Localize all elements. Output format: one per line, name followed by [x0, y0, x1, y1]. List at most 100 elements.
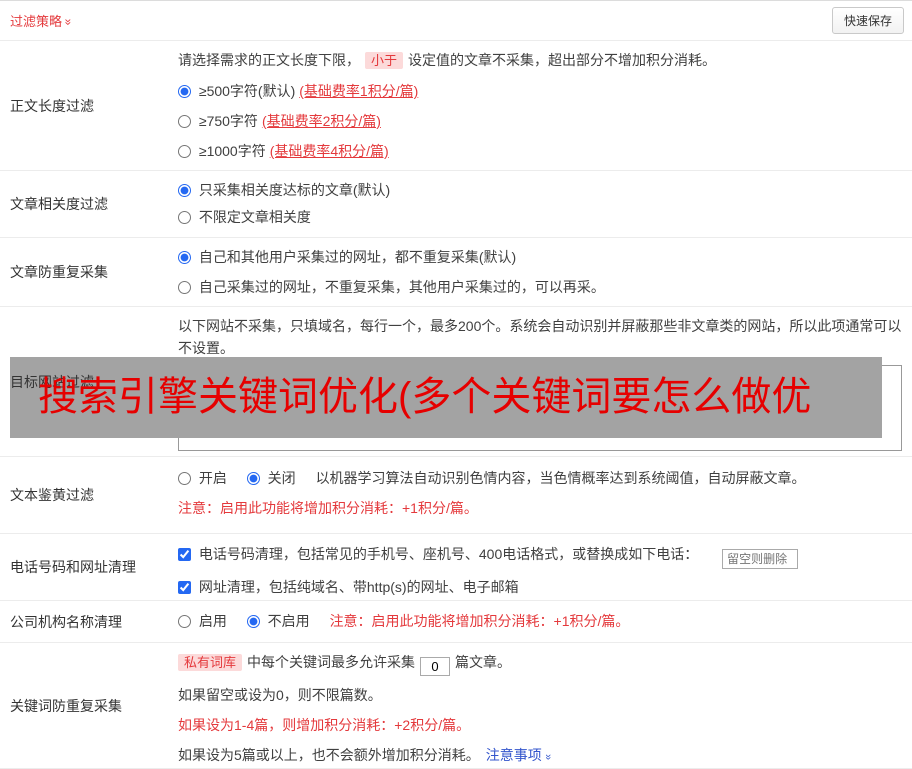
- row-label: 正文长度过滤: [0, 41, 170, 170]
- fee-note: (基础费率2积分/篇): [261, 113, 381, 129]
- porn-option-on[interactable]: 开启: [178, 470, 231, 486]
- row-label: 文本鉴黄过滤: [0, 457, 170, 533]
- max-articles-input[interactable]: [420, 657, 451, 676]
- body-length-1000-radio[interactable]: [178, 145, 191, 158]
- fee-note: (基础费率1积分/篇): [299, 83, 419, 99]
- private-lexicon-tag: 私有词库: [178, 654, 243, 671]
- notice-link[interactable]: 注意事项»: [485, 747, 554, 763]
- dedup-option-self[interactable]: 自己采集过的网址，不重复采集，其他用户采集过的，可以再采。: [178, 279, 605, 295]
- dedup-global-radio[interactable]: [178, 251, 191, 264]
- option-label: 不启用: [267, 613, 310, 629]
- body-length-750-radio[interactable]: [178, 115, 191, 128]
- row-label-text: 文章防重复采集: [10, 264, 108, 280]
- limit-text-post: 篇文章。: [455, 654, 512, 670]
- row-relevance-filter: 文章相关度过滤 只采集相关度达标的文章(默认) 不限定文章相关度: [0, 171, 912, 238]
- option-label: 自己和其他用户采集过的网址，都不重复采集(默认): [198, 249, 517, 265]
- option-line: 只采集相关度达标的文章(默认): [178, 179, 902, 201]
- row-content: 只采集相关度达标的文章(默认) 不限定文章相关度: [170, 171, 912, 237]
- relevance-option-strict[interactable]: 只采集相关度达标的文章(默认): [178, 182, 390, 198]
- replacement-phone-input[interactable]: [722, 549, 799, 569]
- row-content: 开启 关闭 以机器学习算法自动识别色情内容，当色情概率达到系统阈值，自动屏蔽文章…: [170, 457, 912, 533]
- body-length-option-1000[interactable]: ≥1000字符 (基础费率4积分/篇): [178, 143, 389, 159]
- dedup-option-global[interactable]: 自己和其他用户采集过的网址，都不重复采集(默认): [178, 249, 516, 265]
- filter-strategy-page: 过滤策略» 快速保存 正文长度过滤 请选择需求的正文长度下限， 小于 设定值的文章不…: [0, 0, 912, 769]
- porn-desc: 以机器学习算法自动识别色情内容，当色情概率达到系统阈值，自动屏蔽文章。: [315, 470, 806, 486]
- url-cleanup-option[interactable]: 网址清理，包括纯域名、带http(s)的网址、电子邮箱: [178, 579, 519, 595]
- company-disable-radio[interactable]: [246, 615, 260, 628]
- url-cleanup-checkbox[interactable]: [178, 581, 191, 594]
- option-line: 不限定文章相关度: [178, 206, 902, 228]
- row-label-text: 正文长度过滤: [10, 97, 94, 114]
- desc-text: 以下网站不采集，只填域名，每行一个，最多200个。系统会自动识别并屏蔽那些非文章…: [178, 318, 902, 356]
- option-label: 电话号码清理，包括常见的手机号、座机号、400电话格式，或替换成如下电话：: [198, 546, 699, 562]
- note-text: 如果设为5篇或以上，也不会额外增加积分消耗。: [178, 747, 480, 763]
- keyword-note-free: 如果设为5篇或以上，也不会额外增加积分消耗。 注意事项»: [178, 744, 902, 768]
- option-line: 电话号码清理，包括常见的手机号、座机号、400电话格式，或替换成如下电话：: [178, 542, 902, 569]
- page-title[interactable]: 过滤策略»: [10, 11, 76, 30]
- body-length-option-500[interactable]: ≥500字符(默认) (基础费率1积分/篇): [178, 83, 418, 99]
- row-content: 私有词库中每个关键词最多允许采集 篇文章。 如果留空或设为0，则不限篇数。 如果设…: [170, 643, 912, 768]
- option-label: 网址清理，包括纯域名、带http(s)的网址、电子邮箱: [198, 579, 519, 595]
- option-label: ≥500字符(默认): [198, 83, 296, 99]
- page-header: 过滤策略» 快速保存: [0, 1, 912, 41]
- row-body-length-filter: 正文长度过滤 请选择需求的正文长度下限， 小于 设定值的文章不采集，超出部分不增加积…: [0, 41, 912, 171]
- row-label-text: 文本鉴黄过滤: [10, 487, 94, 503]
- keyword-limit-line: 私有词库中每个关键词最多允许采集 篇文章。: [178, 651, 902, 676]
- option-label: ≥1000字符: [198, 143, 266, 159]
- option-line: 启用 不启用 注意：启用此功能将增加积分消耗：+1积分/篇。: [178, 610, 902, 632]
- keyword-note-unlimited: 如果留空或设为0，则不限篇数。: [178, 687, 382, 703]
- row-label-text: 电话号码和网址清理: [10, 559, 136, 575]
- row-label-text: 关键词防重复采集: [10, 697, 122, 714]
- phone-cleanup-option[interactable]: 电话号码清理，包括常见的手机号、座机号、400电话格式，或替换成如下电话：: [178, 546, 702, 562]
- row-content: 启用 不启用 注意：启用此功能将增加积分消耗：+1积分/篇。: [170, 601, 912, 642]
- row-content: 请选择需求的正文长度下限， 小于 设定值的文章不采集，超出部分不增加积分消耗。 ≥5…: [170, 41, 912, 170]
- row-dedup-collection: 文章防重复采集 自己和其他用户采集过的网址，都不重复采集(默认) 自己采集过的网…: [0, 238, 912, 307]
- company-option-enable[interactable]: 启用: [178, 613, 231, 629]
- dedup-self-radio[interactable]: [178, 281, 191, 294]
- option-label: 不限定文章相关度: [198, 209, 311, 225]
- relevance-option-any[interactable]: 不限定文章相关度: [178, 209, 311, 225]
- site-filter-desc: 以下网站不采集，只填域名，每行一个，最多200个。系统会自动识别并屏蔽那些非文章…: [178, 315, 902, 359]
- option-line: 网址清理，包括纯域名、带http(s)的网址、电子邮箱: [178, 575, 902, 599]
- row-label: 文章相关度过滤: [0, 171, 170, 237]
- option-line: 自己采集过的网址，不重复采集，其他用户采集过的，可以再采。: [178, 276, 902, 298]
- link-chevron-icon: »: [541, 753, 554, 761]
- row-label: 文章防重复采集: [0, 238, 170, 306]
- intro-text-post: 设定值的文章不采集，超出部分不增加积分消耗。: [408, 52, 717, 68]
- body-length-intro: 请选择需求的正文长度下限， 小于 设定值的文章不采集，超出部分不增加积分消耗。: [178, 49, 902, 72]
- row-keyword-dedup: 关键词防重复采集 私有词库中每个关键词最多允许采集 篇文章。 如果留空或设为0，则…: [0, 643, 912, 769]
- option-line: ≥750字符 (基础费率2积分/篇): [178, 110, 902, 132]
- collapse-chevron-icon: »: [61, 18, 76, 26]
- row-label-text: 公司机构名称清理: [10, 613, 122, 630]
- notice-link-text: 注意事项: [485, 747, 542, 763]
- keyword-note-cost: 如果设为1-4篇，则增加积分消耗：+2积分/篇。: [178, 717, 471, 733]
- relevance-strict-radio[interactable]: [178, 184, 191, 197]
- page-title-text: 过滤策略: [10, 14, 63, 29]
- limit-text-mid: 中每个关键词最多允许采集: [247, 654, 416, 670]
- option-line: ≥500字符(默认) (基础费率1积分/篇): [178, 80, 902, 102]
- row-content: 电话号码清理，包括常见的手机号、座机号、400电话格式，或替换成如下电话： 网址…: [170, 534, 912, 600]
- relevance-any-radio[interactable]: [178, 211, 191, 224]
- row-label: 电话号码和网址清理: [0, 534, 170, 600]
- porn-option-off[interactable]: 关闭: [246, 470, 300, 486]
- porn-on-radio[interactable]: [178, 472, 191, 485]
- quick-save-button[interactable]: 快速保存: [831, 7, 904, 34]
- body-length-option-750[interactable]: ≥750字符 (基础费率2积分/篇): [178, 113, 381, 129]
- option-line: 开启 关闭 以机器学习算法自动识别色情内容，当色情概率达到系统阈值，自动屏蔽文章…: [178, 467, 902, 489]
- row-phone-url-cleanup: 电话号码和网址清理 电话号码清理，包括常见的手机号、座机号、400电话格式，或替…: [0, 534, 912, 601]
- row-porn-filter: 文本鉴黄过滤 开启 关闭 以机器学习算法自动识别色情内容，当色情概率达到系统阈值…: [0, 457, 912, 534]
- row-content: 自己和其他用户采集过的网址，都不重复采集(默认) 自己采集过的网址，不重复采集，…: [170, 238, 912, 306]
- less-than-tag: 小于: [365, 52, 404, 69]
- row-label-text: 文章相关度过滤: [10, 196, 108, 212]
- fee-note: (基础费率4积分/篇): [269, 143, 389, 159]
- watermark-text: 搜索引擎关键词优化(多个关键词要怎么做优: [38, 375, 812, 419]
- intro-text-pre: 请选择需求的正文长度下限，: [178, 52, 360, 68]
- option-label: 关闭: [267, 470, 296, 486]
- company-enable-radio[interactable]: [178, 615, 191, 628]
- porn-cost-note: 注意：启用此功能将增加积分消耗：+1积分/篇。: [178, 500, 478, 516]
- company-cost-note: 注意：启用此功能将增加积分消耗：+1积分/篇。: [329, 613, 630, 629]
- porn-off-radio[interactable]: [246, 472, 260, 485]
- company-option-disable[interactable]: 不启用: [246, 613, 314, 629]
- body-length-500-radio[interactable]: [178, 85, 191, 98]
- phone-cleanup-checkbox[interactable]: [178, 548, 191, 561]
